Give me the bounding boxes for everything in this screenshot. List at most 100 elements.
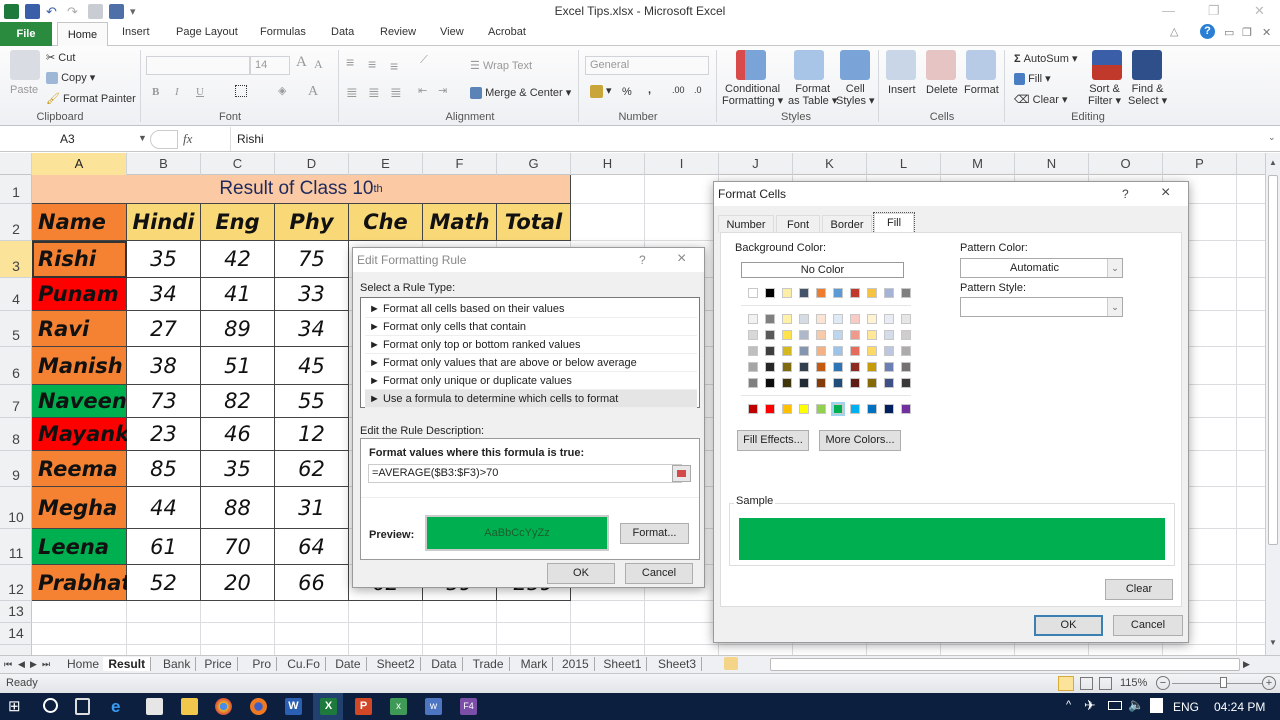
more-colors-button[interactable]: More Colors... xyxy=(819,430,901,451)
cut-button[interactable]: ✂ Cut xyxy=(46,51,75,64)
tint-color-swatch[interactable] xyxy=(748,378,758,388)
name-cell[interactable]: Rishi xyxy=(32,241,127,278)
last-sheet-icon[interactable]: ⏭ xyxy=(42,659,50,670)
tint-color-swatch[interactable] xyxy=(816,378,826,388)
theme-color-swatch[interactable] xyxy=(850,288,860,298)
accounting-format-icon[interactable]: ▾ xyxy=(590,84,612,98)
name-cell[interactable]: Ravi xyxy=(32,311,127,347)
excel-2-icon[interactable]: x xyxy=(390,698,407,715)
copy-button[interactable]: Copy ▾ xyxy=(46,71,95,85)
score-cell[interactable]: 23 xyxy=(127,418,201,451)
tint-color-swatch[interactable] xyxy=(782,378,792,388)
align-center-icon[interactable]: ≣ xyxy=(368,84,380,101)
score-cell[interactable]: 27 xyxy=(127,311,201,347)
bold-button[interactable]: B xyxy=(152,86,159,98)
increase-decimal-button[interactable]: .00 xyxy=(672,85,685,95)
tab-number[interactable]: Number xyxy=(718,215,774,233)
file-explorer-icon[interactable] xyxy=(181,698,198,715)
column-header-e[interactable]: E xyxy=(349,153,423,175)
formula-bar-expand-icon[interactable]: ⌄ xyxy=(1268,132,1276,143)
standard-color-swatch[interactable] xyxy=(867,404,877,414)
tab-review[interactable]: Review xyxy=(380,26,416,38)
tint-color-swatch[interactable] xyxy=(799,362,809,372)
orientation-icon[interactable]: ⟋ xyxy=(420,54,428,67)
pattern-style-chevron-icon[interactable]: ⌄ xyxy=(1107,298,1122,316)
autosum-button[interactable]: Σ AutoSum ▾ xyxy=(1014,52,1078,65)
tint-color-swatch[interactable] xyxy=(748,362,758,372)
tint-color-swatch[interactable] xyxy=(901,346,911,356)
shrink-font-button[interactable]: A xyxy=(314,57,323,72)
next-sheet-icon[interactable]: ▶ xyxy=(30,659,37,670)
format-cells-icon[interactable] xyxy=(966,50,996,80)
sheet-tab-mark[interactable]: Mark xyxy=(516,657,554,671)
cell-styles-icon[interactable] xyxy=(840,50,870,80)
row-header-14[interactable]: 14 xyxy=(0,623,32,645)
name-cell[interactable]: Megha xyxy=(32,487,127,529)
sort-filter-icon[interactable] xyxy=(1092,50,1122,80)
tint-color-swatch[interactable] xyxy=(850,378,860,388)
volume-icon[interactable]: 🔈 xyxy=(1128,697,1144,713)
column-header-a[interactable]: A xyxy=(32,153,127,175)
help-icon[interactable]: ? xyxy=(1200,24,1215,39)
tint-color-swatch[interactable] xyxy=(884,362,894,372)
tint-color-swatch[interactable] xyxy=(799,314,809,324)
tint-color-swatch[interactable] xyxy=(884,330,894,340)
name-cell[interactable]: Leena xyxy=(32,529,127,565)
tab-formulas[interactable]: Formulas xyxy=(260,26,306,38)
tab-home[interactable]: Home xyxy=(57,22,108,47)
borders-icon[interactable] xyxy=(235,85,247,97)
format-button[interactable]: Format... xyxy=(620,523,689,544)
tint-color-swatch[interactable] xyxy=(901,378,911,388)
tab-page-layout[interactable]: Page Layout xyxy=(176,26,238,38)
fill-effects-button[interactable]: Fill Effects... xyxy=(737,430,809,451)
row-header-1[interactable]: 1 xyxy=(0,175,32,204)
standard-color-swatch[interactable] xyxy=(884,404,894,414)
score-cell[interactable]: 12 xyxy=(275,418,349,451)
tint-color-swatch[interactable] xyxy=(833,330,843,340)
vertical-scroll-thumb[interactable] xyxy=(1268,175,1278,545)
sheet-tab-sheet3[interactable]: Sheet3 xyxy=(653,657,703,671)
conditional-formatting-icon[interactable] xyxy=(736,50,766,80)
collapse-dialog-icon[interactable] xyxy=(672,465,691,482)
theme-color-swatch[interactable] xyxy=(748,288,758,298)
tab-insert[interactable]: Insert xyxy=(122,26,150,38)
tint-color-swatch[interactable] xyxy=(765,346,775,356)
row-header-4[interactable]: 4 xyxy=(0,278,32,311)
clock[interactable]: 04:24 PM xyxy=(1214,700,1265,714)
scroll-right-icon[interactable]: ▶ xyxy=(1243,659,1250,670)
name-cell[interactable]: Reema xyxy=(32,451,127,487)
help-button[interactable]: ? xyxy=(639,253,646,267)
tint-color-swatch[interactable] xyxy=(765,314,775,324)
header-cell-math[interactable]: Math xyxy=(423,204,497,241)
insert-function-icon[interactable]: fx xyxy=(183,131,192,147)
standard-color-swatch[interactable] xyxy=(748,404,758,414)
tint-color-swatch[interactable] xyxy=(782,346,792,356)
name-cell[interactable]: Punam xyxy=(32,278,127,311)
format-button[interactable]: Format xyxy=(964,84,999,96)
tint-color-swatch[interactable] xyxy=(748,314,758,324)
show-hidden-icons[interactable]: ^ xyxy=(1066,699,1071,711)
tint-color-swatch[interactable] xyxy=(816,330,826,340)
standard-color-swatch[interactable] xyxy=(901,404,911,414)
row-header-2[interactable]: 2 xyxy=(0,204,32,241)
score-cell[interactable]: 88 xyxy=(201,487,275,529)
score-cell[interactable]: 62 xyxy=(275,451,349,487)
pattern-color-chevron-icon[interactable]: ⌄ xyxy=(1107,259,1122,277)
clear-button[interactable]: ⌫ Clear ▾ xyxy=(1014,93,1068,106)
tint-color-swatch[interactable] xyxy=(884,378,894,388)
merge-center-button[interactable]: Merge & Center ▾ xyxy=(470,86,571,100)
score-cell[interactable]: 46 xyxy=(201,418,275,451)
tab-data[interactable]: Data xyxy=(331,26,354,38)
tab-acrobat[interactable]: Acrobat xyxy=(488,26,526,38)
action-center-icon[interactable] xyxy=(1150,698,1163,713)
score-cell[interactable]: 38 xyxy=(127,347,201,385)
delete-cells-icon[interactable] xyxy=(926,50,956,80)
name-cell[interactable]: Mayank xyxy=(32,418,129,451)
tab-fill[interactable]: Fill xyxy=(873,212,915,234)
score-cell[interactable]: 34 xyxy=(275,311,349,347)
sheet-tab-trade[interactable]: Trade xyxy=(468,657,510,671)
column-header-k[interactable]: K xyxy=(793,153,867,175)
clear-button[interactable]: Clear xyxy=(1105,579,1173,600)
help-button[interactable]: ? xyxy=(1122,187,1129,201)
tint-color-swatch[interactable] xyxy=(765,330,775,340)
